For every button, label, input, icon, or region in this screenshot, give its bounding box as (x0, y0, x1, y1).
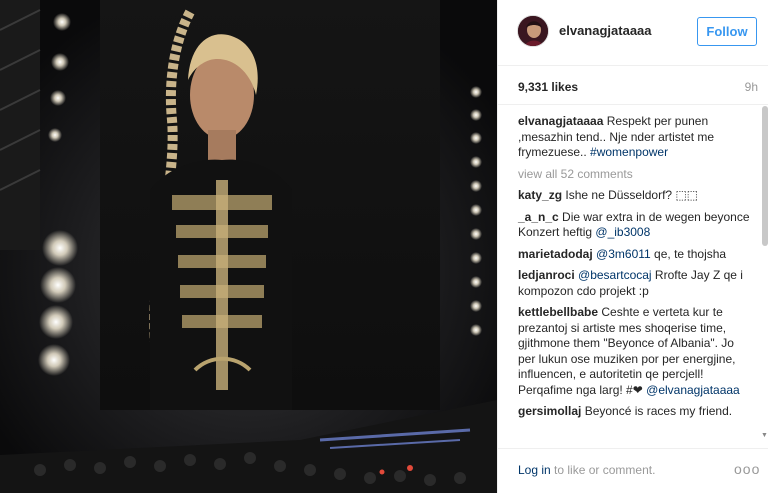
view-all-comments-link[interactable]: view all 52 comments (518, 167, 754, 183)
mention-link[interactable]: @3m6011 (596, 247, 651, 261)
login-prompt: Log in to like or comment. (518, 463, 655, 477)
caption: elvanagjataaaa Respekt per punen ,mesazh… (518, 114, 754, 161)
comment-username[interactable]: gersimollaj (518, 404, 581, 418)
post-header: elvanagjataaaa Follow (498, 0, 768, 66)
post-stats: 9,331 likes 9h (518, 80, 758, 98)
comment-item: ledjanroci @besartcocaj Rrofte Jay Z qe … (518, 268, 754, 299)
comment-item: kettlebellbabe Ceshte e verteta kur te p… (518, 305, 754, 398)
mention-link[interactable]: @besartcocaj (578, 268, 652, 282)
comment-item: marietadodaj @3m6011 qe, te thojsha (518, 247, 754, 263)
hashtag-link[interactable]: #womenpower (590, 145, 668, 159)
comment-username[interactable]: _a_n_c (518, 210, 559, 224)
follow-button[interactable]: Follow (697, 17, 757, 46)
comment-item: gersimollaj Beyoncé is races my friend. (518, 404, 754, 420)
post-sidebar: elvanagjataaaa Follow 9,331 likes 9h elv… (497, 0, 768, 493)
mention-link[interactable]: @_ib3008 (595, 225, 650, 239)
comment-username[interactable]: ledjanroci (518, 268, 575, 282)
comments-list[interactable]: elvanagjataaaa Respekt per punen ,mesazh… (498, 104, 768, 442)
comment-item: _a_n_c Die war extra in de wegen beyonce… (518, 210, 754, 241)
comment-username[interactable]: katy_zg (518, 188, 562, 202)
comment-username[interactable]: kettlebellbabe (518, 305, 598, 319)
post-footer: Log in to like or comment. ooo (498, 448, 768, 493)
username-link[interactable]: elvanagjataaaa (559, 23, 652, 38)
scroll-down-icon[interactable]: ▼ (761, 432, 768, 439)
login-prompt-text: to like or comment. (550, 463, 656, 477)
login-link[interactable]: Log in (518, 463, 551, 477)
comment-text: Beyoncé is races my friend. (584, 404, 733, 418)
comment-username[interactable]: marietadodaj (518, 247, 593, 261)
avatar-image (518, 16, 548, 46)
concert-image (0, 0, 497, 493)
comment-item: katy_zg Ishe ne Düsseldorf? ⬚⬚ (518, 188, 754, 204)
post-photo (0, 0, 497, 493)
comments-scrollbar[interactable] (762, 106, 768, 246)
post-time[interactable]: 9h (745, 80, 758, 94)
likes-count[interactable]: 9,331 likes (518, 80, 578, 94)
comment-text: Ishe ne Düsseldorf? ⬚⬚ (565, 188, 699, 202)
mention-link[interactable]: @elvanagjataaaa (646, 383, 740, 397)
avatar[interactable] (517, 15, 549, 47)
comment-username[interactable]: elvanagjataaaa (518, 114, 603, 128)
comment-text: qe, te thojsha (654, 246, 727, 261)
more-options-icon[interactable]: ooo (734, 461, 760, 477)
